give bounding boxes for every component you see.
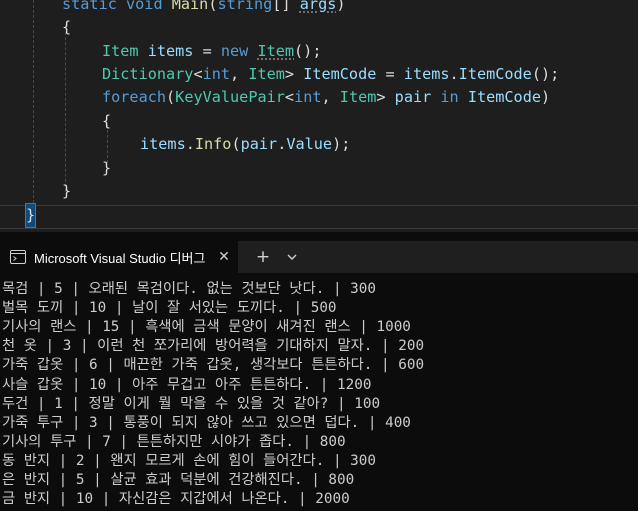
code-token: ( (231, 135, 241, 153)
code-token: < (193, 65, 203, 83)
code-line: } (62, 180, 71, 203)
code-token: = (376, 65, 404, 83)
code-token: int (202, 65, 231, 83)
code-token: ) (336, 0, 346, 13)
code-line: static void Main(string[] args) (62, 0, 346, 16)
code-token: items (140, 135, 186, 153)
code-token: ) (540, 88, 551, 106)
code-token: static (62, 0, 127, 13)
code-token: > (284, 65, 304, 83)
code-token: , (321, 88, 340, 106)
code-token: void (126, 0, 172, 13)
code-line: Item items = new Item(); (102, 40, 321, 63)
indent-guide (33, 0, 34, 208)
output-line: 기사의 투구 | 7 | 튼튼하지만 시야가 좁다. | 800 (2, 433, 346, 450)
code-token: . (449, 65, 459, 83)
code-token: items (147, 42, 194, 60)
code-token: Info (194, 135, 232, 153)
output-line: 가죽 투구 | 3 | 통풍이 되지 않아 쓰고 있으면 덥다. | 400 (2, 414, 411, 431)
code-token: Item (339, 88, 377, 106)
code-line: Dictionary<int, Item> ItemCode = items.I… (102, 63, 559, 86)
code-token: ItemCode (303, 65, 377, 83)
code-token: = (193, 42, 221, 60)
code-line: } (24, 203, 37, 228)
close-icon[interactable]: ✕ (215, 248, 233, 266)
output-line: 두건 | 1 | 정말 이게 뭘 막을 수 있을 것 같아? | 100 (2, 395, 381, 412)
output-line: 금 반지 | 10 | 자신감은 지갑에서 나온다. | 2000 (2, 491, 350, 508)
code-token: items (403, 65, 450, 83)
code-token: in (431, 88, 468, 106)
code-token: Dictionary (102, 65, 194, 83)
code-token: new (220, 42, 258, 60)
code-token: Item (102, 42, 148, 60)
code-token: [] (272, 0, 300, 13)
indent-guide (65, 32, 66, 192)
code-token: pair (394, 88, 432, 106)
code-token: } (62, 182, 72, 200)
chevron-down-icon[interactable] (282, 247, 302, 267)
code-editor[interactable]: static void Main(string[] args){Item ite… (0, 0, 638, 232)
output-line: 벌목 도끼 | 10 | 날이 잘 서있는 도끼다. | 500 (2, 300, 337, 317)
terminal-tab[interactable]: Microsoft Visual Studio 디버그 ✕ (0, 241, 238, 273)
code-token: KeyValuePair (175, 88, 285, 106)
code-token: (); (294, 42, 322, 60)
code-token: args (299, 0, 337, 13)
output-line: 기사의 랜스 | 15 | 흑색에 금색 문양이 새겨진 랜스 | 1000 (2, 319, 411, 336)
code-line: foreach(KeyValuePair<int, Item> pair in … (102, 86, 550, 109)
code-token: int (294, 88, 322, 106)
code-token: pair (240, 135, 278, 153)
terminal-tab-bar: Microsoft Visual Studio 디버그 ✕ + (0, 241, 638, 273)
output-line: 은 반지 | 5 | 살균 효과 덕분에 건강해진다. | 800 (2, 472, 355, 488)
output-line: 사슬 갑옷 | 10 | 아주 무겁고 아주 튼튼하다. | 1200 (2, 376, 372, 393)
console-output[interactable]: 목검 | 5 | 오래된 목검이다. 없는 것보단 낫다. | 300 벌목 도끼… (0, 279, 638, 511)
output-line: 목검 | 5 | 오래된 목검이다. 없는 것보단 낫다. | 300 (2, 281, 376, 297)
code-token: , (230, 65, 249, 83)
code-token: ( (166, 88, 176, 106)
code-token: . (185, 135, 195, 153)
code-token: (); (531, 65, 560, 83)
code-token: { (62, 18, 72, 36)
code-token: } (102, 159, 112, 177)
code-token: Item (257, 42, 295, 60)
code-token: ItemCode (458, 65, 532, 83)
code-token: foreach (102, 88, 167, 106)
code-token: { (102, 112, 112, 130)
new-tab-button[interactable]: + (253, 247, 273, 267)
code-token: Main (171, 0, 209, 13)
code-token: string (217, 0, 273, 13)
code-token: ItemCode (467, 88, 541, 106)
current-line-highlight (0, 205, 638, 229)
code-line: } (102, 157, 111, 180)
code-token: Item (248, 65, 285, 83)
output-line: 동 반지 | 2 | 왠지 모르게 손에 힘이 들어간다. | 300 (2, 452, 376, 469)
code-token: } (24, 203, 37, 228)
output-line: 천 옷 | 3 | 이런 천 쪼가리에 방어력을 기대하지 말자. | 200 (2, 338, 425, 355)
code-line: { (102, 110, 111, 133)
code-token: Value (286, 135, 333, 153)
code-line: { (62, 16, 71, 39)
code-token: < (284, 88, 295, 106)
panel-separator (0, 232, 638, 241)
terminal-tab-title: Microsoft Visual Studio 디버그 (34, 250, 206, 266)
code-token: . (277, 135, 287, 153)
output-line: 가죽 갑옷 | 6 | 매끈한 가죽 갑옷, 생각보다 튼튼하다. | 600 (2, 357, 425, 374)
code-line: items.Info(pair.Value); (140, 133, 350, 156)
code-token: > (376, 88, 395, 106)
code-token: ); (332, 135, 351, 153)
console-icon (10, 250, 26, 264)
